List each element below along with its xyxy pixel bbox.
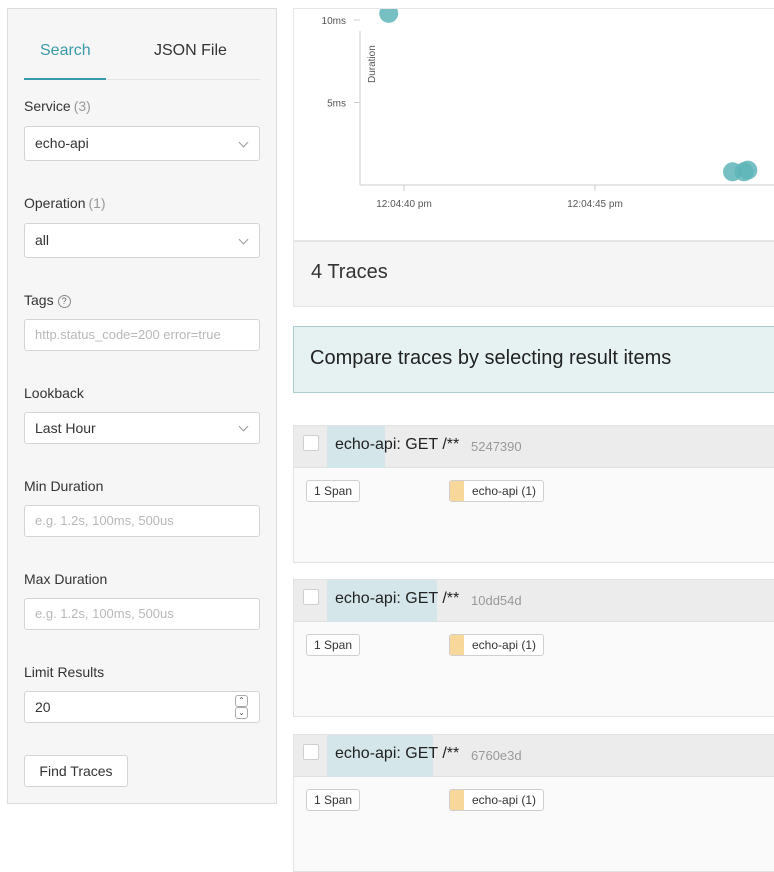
y-tick-label: 10ms [322, 16, 346, 27]
operation-select[interactable]: all [24, 223, 260, 258]
trace-card-header[interactable]: echo-api: GET /** 6760e3d [294, 735, 774, 777]
search-tabs: Search JSON File [24, 9, 260, 80]
max-duration-input[interactable]: e.g. 1.2s, 100ms, 500us [24, 598, 260, 630]
span-count-tag: 1 Span [306, 480, 361, 502]
chevron-down-icon [238, 421, 249, 432]
trace-result-card[interactable]: echo-api: GET /** 10dd54d 1 Span echo-api (… [293, 579, 774, 717]
service-color-swatch [450, 481, 464, 501]
service-tag: echo-api (1) [449, 480, 545, 502]
service-color-swatch [450, 635, 464, 655]
trace-card-header[interactable]: echo-api: GET /** 5247390 [294, 426, 774, 468]
scatter-plot: Duration5ms10ms12:04:40 pm12:04:45 pm12:… [322, 9, 774, 210]
help-icon[interactable]: ? [57, 295, 71, 308]
traces-count: 4 Traces [311, 261, 388, 283]
service-value: echo-api [35, 135, 89, 151]
trace-title[interactable]: echo-api: GET /** [335, 745, 459, 763]
trace-select-checkbox[interactable] [303, 744, 319, 760]
limit-results-input[interactable]: 20 ⌃ ⌄ [24, 691, 260, 723]
trace-id: 5247390 [471, 439, 522, 454]
min-duration-input[interactable]: e.g. 1.2s, 100ms, 500us [24, 505, 260, 537]
trace-result-card[interactable]: echo-api: GET /** 6760e3d 1 Span echo-api (… [293, 734, 774, 872]
search-sidebar: Search JSON File Service (3) echo-api Ope… [7, 8, 277, 804]
x-tick-label: 12:04:45 pm [567, 199, 623, 210]
service-label: Service (3) [24, 98, 91, 114]
service-tag-label: echo-api (1) [472, 793, 537, 807]
traces-count-header: 4 Traces [293, 241, 774, 307]
trace-id: 6760e3d [471, 748, 522, 763]
span-count-tag: 1 Span [306, 789, 361, 811]
tags-label-text: Tags [24, 292, 54, 308]
active-tab-indicator [24, 78, 106, 80]
trace-result-card[interactable]: echo-api: GET /** 5247390 1 Span echo-api (… [293, 425, 774, 563]
tags-label: Tags? [24, 292, 71, 308]
operation-label-text: Operation [24, 195, 86, 211]
min-duration-label: Min Duration [24, 478, 104, 494]
lookback-label: Lookback [24, 385, 84, 401]
tags-input[interactable]: http.status_code=200 error=true [24, 319, 260, 351]
compare-banner: Compare traces by selecting result items [293, 326, 774, 393]
max-duration-label: Max Duration [24, 571, 108, 587]
find-traces-button[interactable]: Find Traces [24, 755, 128, 787]
service-tag-label: echo-api (1) [472, 484, 537, 498]
lookback-value: Last Hour [35, 420, 96, 436]
service-tag: echo-api (1) [449, 634, 545, 656]
service-count: (3) [73, 98, 91, 114]
operation-value: all [35, 232, 50, 248]
service-color-swatch [450, 790, 464, 810]
operation-label: Operation (1) [24, 195, 106, 211]
chevron-down-icon [238, 234, 249, 245]
compare-text: Compare traces by selecting result items [310, 347, 672, 369]
limit-results-label: Limit Results [24, 664, 105, 680]
trace-card-header[interactable]: echo-api: GET /** 10dd54d [294, 580, 774, 622]
service-tag: echo-api (1) [449, 789, 545, 811]
service-select[interactable]: echo-api [24, 126, 260, 161]
y-axis-label: Duration [367, 45, 378, 83]
chevron-up-icon[interactable]: ⌃ [235, 695, 248, 707]
chevron-down-icon[interactable]: ⌄ [235, 707, 248, 719]
limit-results-value: 20 [35, 699, 51, 715]
service-label-text: Service [24, 98, 71, 114]
tab-json-file[interactable]: JSON File [154, 42, 227, 60]
chevron-down-icon [238, 137, 249, 148]
operation-count: (1) [88, 195, 106, 211]
lookback-select[interactable]: Last Hour [24, 412, 260, 444]
span-count-tag: 1 Span [306, 634, 361, 656]
y-tick-label: 5ms [327, 99, 346, 110]
service-tag-label: echo-api (1) [472, 638, 537, 652]
scatter-point [738, 160, 758, 180]
number-stepper[interactable]: ⌃ ⌄ [235, 695, 248, 719]
trace-title[interactable]: echo-api: GET /** [335, 590, 459, 608]
trace-select-checkbox[interactable] [303, 435, 319, 451]
trace-id: 10dd54d [471, 593, 522, 608]
tab-search[interactable]: Search [40, 42, 91, 60]
x-tick-label: 12:04:40 pm [376, 199, 432, 210]
trace-select-checkbox[interactable] [303, 589, 319, 605]
duration-scatter-chart: Duration5ms10ms12:04:40 pm12:04:45 pm12:… [293, 8, 774, 241]
scatter-point [379, 9, 399, 23]
trace-title[interactable]: echo-api: GET /** [335, 436, 459, 454]
